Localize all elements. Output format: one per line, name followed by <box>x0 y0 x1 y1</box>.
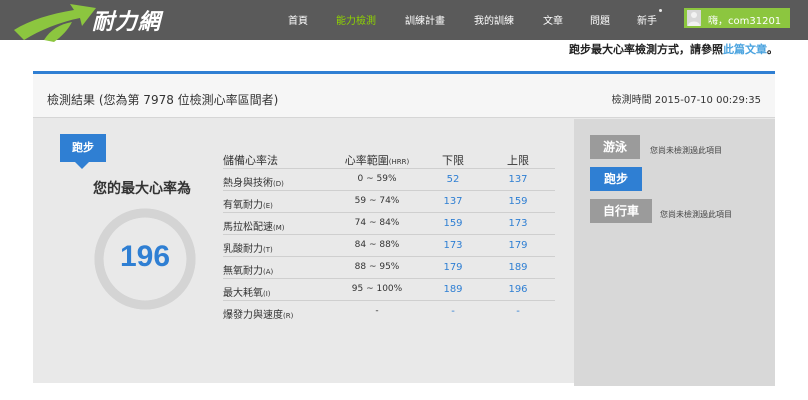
nav-item-beginner[interactable]: 新手 <box>637 12 657 27</box>
zone-code: (E) <box>263 202 273 210</box>
max-hr-label: 您的最大心率為 <box>93 181 191 197</box>
nav-item-ability-test[interactable]: 能力檢測 <box>336 12 376 27</box>
test-time: 檢測時間 2015-07-10 00:29:35 <box>611 95 761 106</box>
zone-range: 88 ~ 95% <box>354 262 400 272</box>
swim-button[interactable]: 游泳 <box>590 135 640 159</box>
info-line: 跑步最大心率檢測方式，請參照此篇文章。 <box>569 41 778 57</box>
zone-range: - <box>375 306 379 316</box>
run-button[interactable]: 跑步 <box>590 167 642 191</box>
nav-item-training-plan[interactable]: 訓練計畫 <box>405 12 445 27</box>
zone-low: 189 <box>443 284 463 295</box>
table-header-row: 儲備心率法 心率範圍(HRR) 下限 上限 <box>223 149 555 169</box>
table-row: 有氧耐力(E) 59 ~ 74% 137 159 <box>223 191 555 213</box>
zone-high: 189 <box>508 262 528 273</box>
zone-name: 爆發力與速度(R) <box>223 306 293 321</box>
zone-name: 有氧耐力(E) <box>223 196 273 211</box>
zone-low: 52 <box>446 174 460 185</box>
zone-high: 137 <box>508 174 528 185</box>
panel-title: 檢測結果 (您為第 7978 位檢測心率區間者) <box>47 93 279 107</box>
zone-high: 196 <box>508 284 528 295</box>
avatar-icon <box>687 10 701 26</box>
user-name: 嗨，com31201 <box>708 16 782 27</box>
zone-label: 馬拉松配速 <box>223 222 273 233</box>
zone-range: 74 ~ 84% <box>354 218 400 228</box>
logo-text: 耐力網 <box>92 9 162 35</box>
zone-label: 乳酸耐力 <box>223 244 263 255</box>
top-navbar: 耐力網 首頁 能力檢測 訓練計畫 我的訓練 文章 問題 新手 嗨，com3120… <box>0 0 808 42</box>
sport-selector: 游泳 您尚未檢測過此項目 跑步 自行車 您尚未檢測過此項目 <box>574 119 775 386</box>
table-row: 馬拉松配速(M) 74 ~ 84% 159 173 <box>223 213 555 235</box>
zone-label: 無氧耐力 <box>223 266 263 277</box>
table-row: 乳酸耐力(T) 84 ~ 88% 173 179 <box>223 235 555 257</box>
zone-label: 爆發力與速度 <box>223 310 283 321</box>
info-suffix: 。 <box>767 43 778 56</box>
zone-label: 有氧耐力 <box>223 200 263 211</box>
bike-note: 您尚未檢測過此項目 <box>660 210 732 219</box>
zone-low: 173 <box>443 240 463 251</box>
zone-name: 馬拉松配速(M) <box>223 218 285 233</box>
result-panel: 檢測結果 (您為第 7978 位檢測心率區間者) 檢測時間 2015-07-10… <box>33 71 775 386</box>
zone-label: 熱身與技術 <box>223 178 273 189</box>
zone-high: 173 <box>508 218 528 229</box>
panel-header: 檢測結果 (您為第 7978 位檢測心率區間者) 檢測時間 2015-07-10… <box>33 74 775 118</box>
user-menu[interactable]: 嗨，com31201 <box>684 8 790 28</box>
zone-low: 137 <box>443 196 463 207</box>
zone-code: (R) <box>283 312 294 320</box>
header-low: 下限 <box>442 154 464 167</box>
zone-name: 乳酸耐力(T) <box>223 240 273 255</box>
zone-high: 179 <box>508 240 528 251</box>
article-link[interactable]: 此篇文章 <box>723 43 767 56</box>
header-range-unit: (HRR) <box>388 158 410 166</box>
badge-pointer <box>75 162 89 169</box>
zone-label: 最大耗氧 <box>223 288 263 299</box>
nav-item-articles[interactable]: 文章 <box>543 12 563 27</box>
table-row: 爆發力與速度(R) - - - <box>223 301 555 323</box>
zone-code: (T) <box>263 246 273 254</box>
zone-code: (A) <box>263 268 274 276</box>
nav-item-my-training[interactable]: 我的訓練 <box>474 12 514 27</box>
header-range-text: 心率範圍 <box>344 154 389 167</box>
zone-high: - <box>516 306 520 317</box>
table-row: 無氧耐力(A) 88 ~ 95% 179 189 <box>223 257 555 279</box>
zone-name: 最大耗氧(I) <box>223 284 271 299</box>
zone-code: (M) <box>273 224 285 232</box>
zone-name: 無氧耐力(A) <box>223 262 273 277</box>
notification-dot <box>659 9 662 12</box>
zone-range: 95 ~ 100% <box>351 284 403 294</box>
nav-item-home[interactable]: 首頁 <box>288 12 308 27</box>
run-badge: 跑步 <box>60 134 106 162</box>
table-row: 最大耗氧(I) 95 ~ 100% 189 196 <box>223 279 555 301</box>
zone-low: - <box>451 306 455 317</box>
zone-range: 59 ~ 74% <box>354 196 400 206</box>
zone-range: 0 ~ 59% <box>357 174 397 184</box>
zone-code: (I) <box>263 290 271 298</box>
swim-note: 您尚未檢測過此項目 <box>650 146 722 155</box>
info-prefix: 跑步最大心率檢測方式，請參照 <box>569 43 723 56</box>
zone-low: 159 <box>443 218 463 229</box>
max-hr-value: 196 <box>119 240 171 273</box>
zone-code: (D) <box>273 180 284 188</box>
header-range: 心率範圍(HRR) <box>331 152 423 168</box>
header-method: 儲備心率法 <box>223 154 278 167</box>
hr-zone-table: 儲備心率法 心率範圍(HRR) 下限 上限 熱身與技術(D) 0 ~ 59% 52 1… <box>223 149 555 323</box>
table-row: 熱身與技術(D) 0 ~ 59% 52 137 <box>223 169 555 191</box>
zone-low: 179 <box>443 262 463 273</box>
header-high: 上限 <box>507 154 529 167</box>
table-body: 熱身與技術(D) 0 ~ 59% 52 137 有氧耐力(E) 59 ~ 74% 137 15… <box>223 169 555 323</box>
zone-range: 84 ~ 88% <box>354 240 400 250</box>
nav-item-questions[interactable]: 問題 <box>590 12 610 27</box>
zone-name: 熱身與技術(D) <box>223 174 284 189</box>
zone-high: 159 <box>508 196 528 207</box>
bike-button[interactable]: 自行車 <box>590 199 652 223</box>
